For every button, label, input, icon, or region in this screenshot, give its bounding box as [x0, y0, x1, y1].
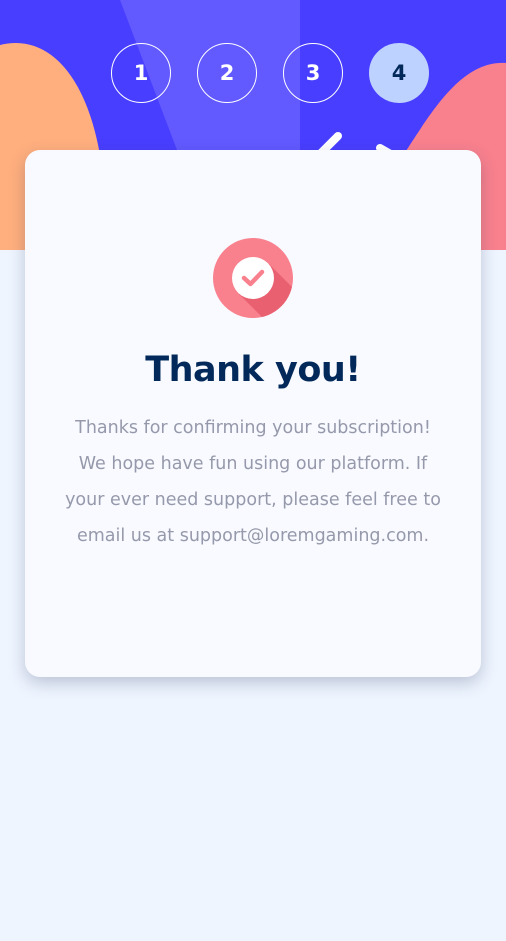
checkmark-circle-icon [213, 238, 293, 318]
step-3[interactable]: 3 [283, 43, 343, 103]
step-1[interactable]: 1 [111, 43, 171, 103]
step-4[interactable]: 4 [369, 43, 429, 103]
thank-you-message: Thanks for confirming your subscription!… [65, 418, 441, 546]
step-2[interactable]: 2 [197, 43, 257, 103]
thank-you-title: Thank you! [145, 350, 361, 390]
step-indicator: 1 2 3 4 [111, 43, 429, 103]
confirmation-card: Thank you! Thanks for confirming your su… [25, 150, 481, 677]
